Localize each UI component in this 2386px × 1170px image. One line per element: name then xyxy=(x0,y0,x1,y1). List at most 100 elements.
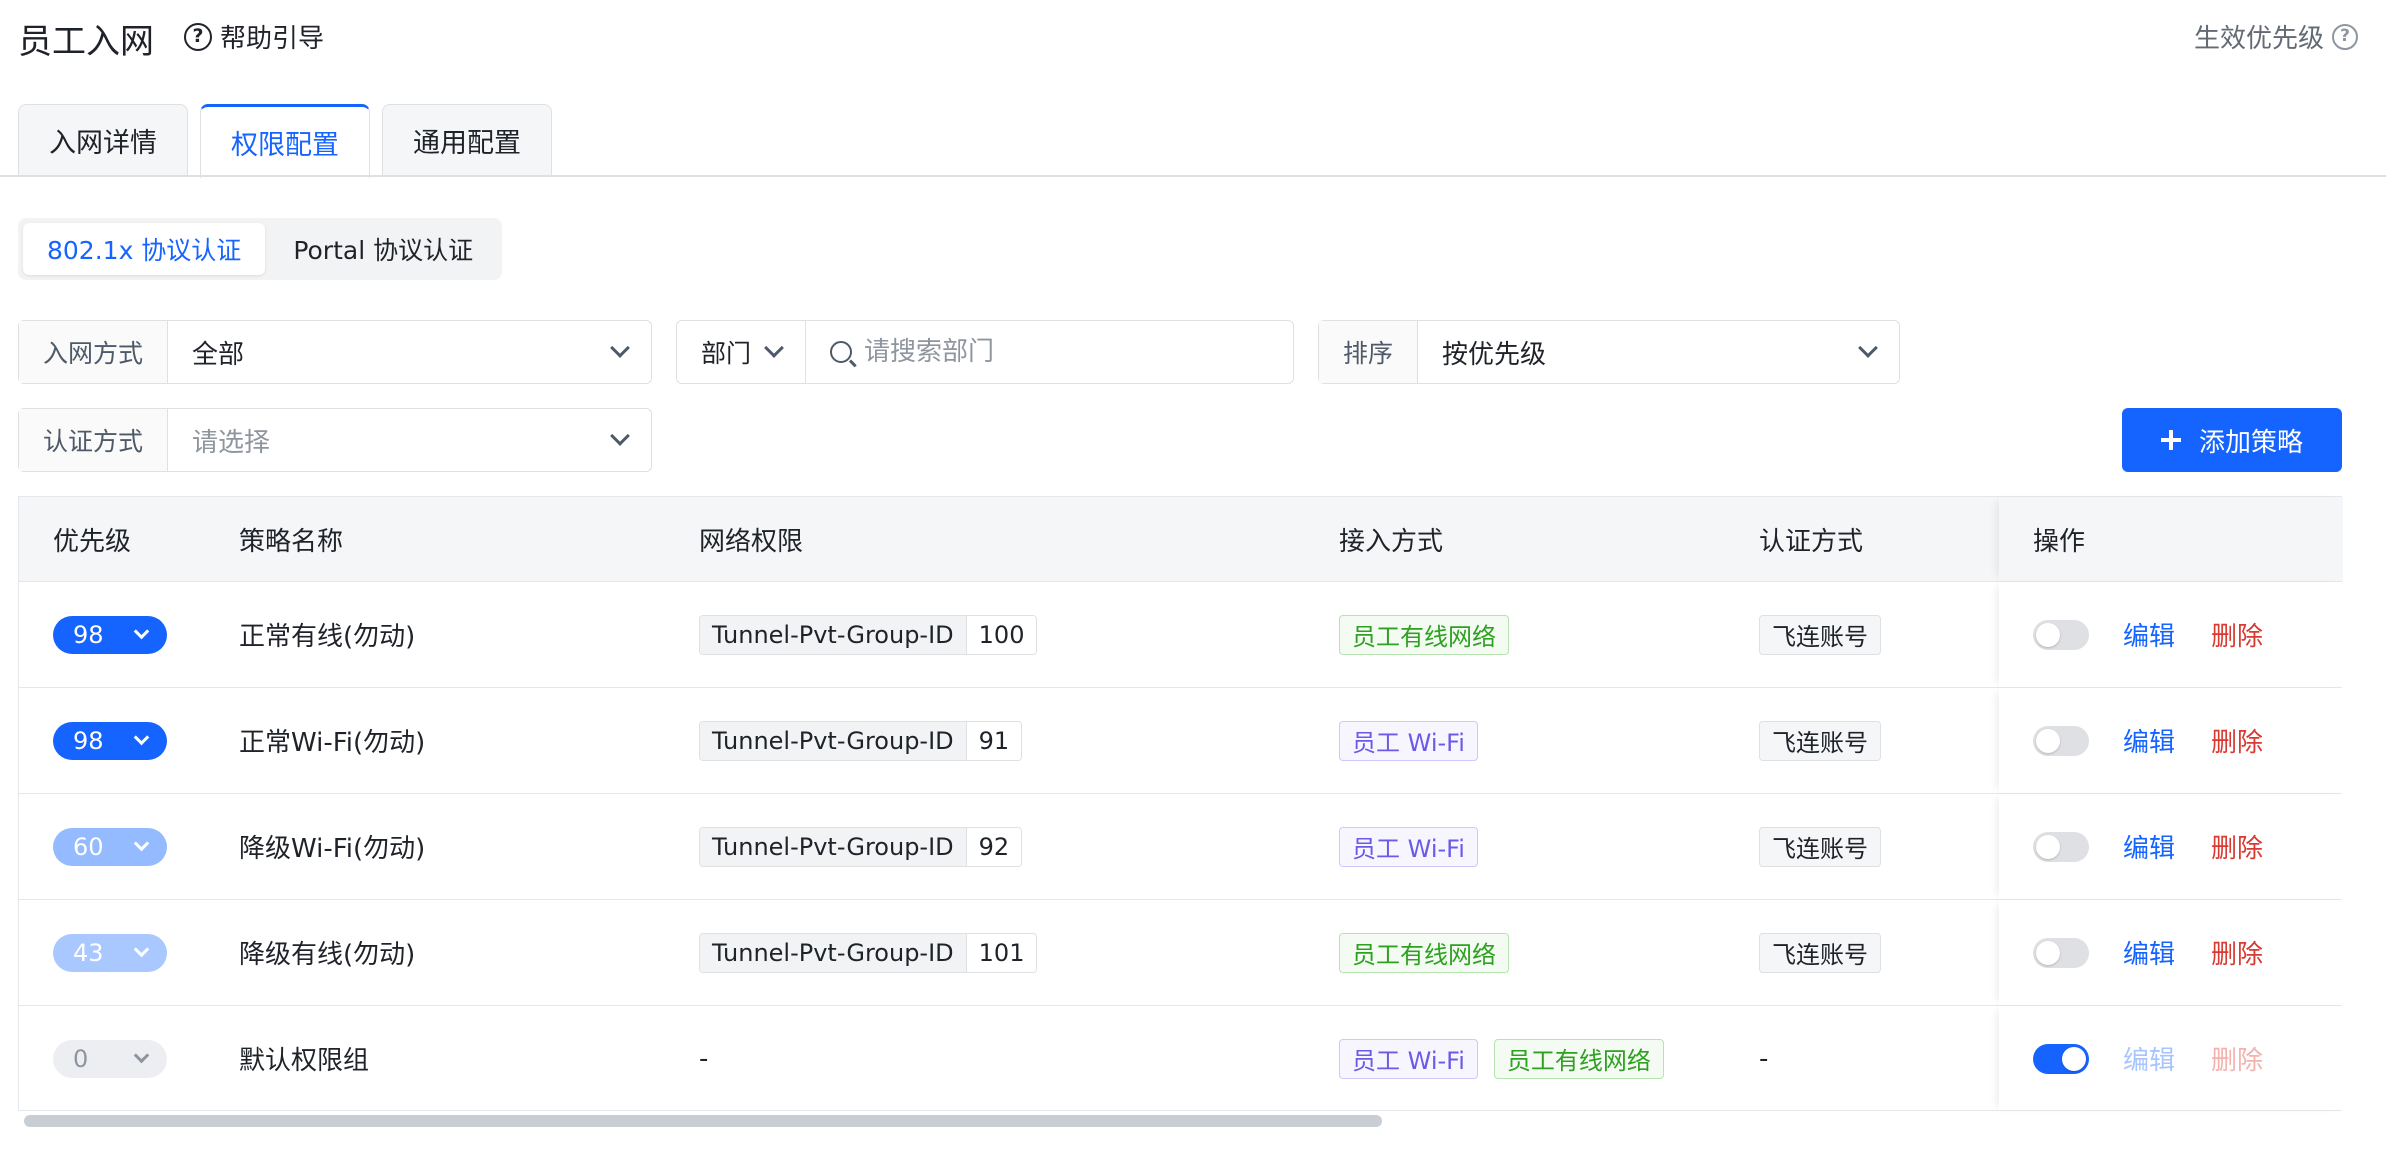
table-row: 0 默认权限组 - 员工 Wi-Fi 员工有线网络 - 编辑 删除 xyxy=(19,1005,2343,1111)
row-actions: 编辑 删除 xyxy=(1999,1006,2343,1111)
question-circle-icon: ? xyxy=(184,22,212,51)
delete-link: 删除 xyxy=(2211,1046,2264,1076)
page-header: 员工入网 ? 帮助引导 生效优先级 ? xyxy=(18,0,2358,72)
permission-key: Tunnel-Pvt-Group-ID xyxy=(700,615,967,654)
main-tabs: 入网详情 权限配置 通用配置 xyxy=(18,104,552,178)
chevron-down-icon xyxy=(133,729,150,746)
auth-method-filter: 认证方式 请选择 xyxy=(18,408,652,472)
chevron-down-icon xyxy=(133,941,150,958)
priority-dropdown[interactable]: 60 xyxy=(53,827,167,866)
priority-value: 0 xyxy=(73,1044,89,1073)
segment-8021x[interactable]: 802.1x 协议认证 xyxy=(23,223,266,275)
permission-key: Tunnel-Pvt-Group-ID xyxy=(700,827,967,866)
edit-link[interactable]: 编辑 xyxy=(2123,722,2175,759)
row-actions: 编辑 删除 xyxy=(1999,688,2343,793)
access-mode-tag: 员工有线网络 xyxy=(1339,614,1509,655)
priority-effect-label: 生效优先级 xyxy=(2193,24,2324,54)
tab-permission-config[interactable]: 权限配置 xyxy=(200,104,370,178)
priority-value: 98 xyxy=(73,620,104,649)
department-type-dropdown[interactable]: 部门 xyxy=(677,321,807,383)
question-circle-icon: ? xyxy=(2332,23,2358,50)
delete-link[interactable]: 删除 xyxy=(2211,828,2263,865)
auth-method-placeholder: 请选择 xyxy=(192,427,271,458)
edit-link[interactable]: 编辑 xyxy=(2123,934,2175,971)
network-permission-empty: - xyxy=(699,1043,709,1074)
table-horizontal-scrollbar[interactable] xyxy=(18,1110,2342,1130)
help-guide-link[interactable]: ? 帮助引导 xyxy=(184,18,324,55)
policy-name: 降级Wi-Fi(勿动) xyxy=(239,834,426,864)
network-permission-tag: Tunnel-Pvt-Group-ID 100 xyxy=(699,614,1038,655)
tab-general-config[interactable]: 通用配置 xyxy=(382,104,552,176)
permission-key: Tunnel-Pvt-Group-ID xyxy=(700,933,967,972)
sort-filter: 排序 按优先级 xyxy=(1318,320,1900,384)
access-mode-tag: 员工 Wi-Fi xyxy=(1339,826,1478,867)
delete-link[interactable]: 删除 xyxy=(2211,616,2263,653)
auth-method-empty: - xyxy=(1759,1043,1769,1074)
priority-value: 43 xyxy=(73,938,104,967)
table-row: 98 正常有线(勿动) Tunnel-Pvt-Group-ID 100 员工有线… xyxy=(19,581,2343,687)
delete-link[interactable]: 删除 xyxy=(2211,722,2263,759)
enable-toggle[interactable] xyxy=(2033,725,2089,756)
tab-access-details[interactable]: 入网详情 xyxy=(18,104,188,176)
sort-label: 排序 xyxy=(1319,321,1419,383)
scroll-thumb[interactable] xyxy=(24,1115,1382,1127)
sort-select[interactable]: 按优先级 xyxy=(1418,321,1899,383)
priority-value: 60 xyxy=(73,832,104,861)
segment-portal[interactable]: Portal 协议认证 xyxy=(269,223,497,275)
priority-dropdown[interactable]: 98 xyxy=(53,615,167,654)
plus-icon xyxy=(2160,430,2181,450)
table-row: 43 降级有线(勿动) Tunnel-Pvt-Group-ID 101 员工有线… xyxy=(19,899,2343,1005)
column-header-actions: 操作 xyxy=(1999,497,2343,581)
column-header-policy-name: 策略名称 xyxy=(239,526,344,557)
search-icon xyxy=(830,341,853,363)
policy-name: 正常Wi-Fi(勿动) xyxy=(239,728,426,758)
edit-link[interactable]: 编辑 xyxy=(2123,828,2175,865)
column-header-priority: 优先级 xyxy=(53,526,132,557)
auth-method-tag: 飞连账号 xyxy=(1759,614,1881,655)
priority-dropdown[interactable]: 43 xyxy=(53,933,167,972)
network-permission-tag: Tunnel-Pvt-Group-ID 91 xyxy=(699,720,1023,761)
auth-method-tag: 飞连账号 xyxy=(1759,932,1881,973)
department-search-input[interactable] xyxy=(864,337,1269,367)
auth-method-select[interactable]: 请选择 xyxy=(168,409,651,471)
delete-link[interactable]: 删除 xyxy=(2211,934,2263,971)
add-policy-label: 添加策略 xyxy=(2198,427,2303,458)
enable-toggle[interactable] xyxy=(2033,1043,2089,1074)
edit-link[interactable]: 编辑 xyxy=(2123,616,2175,653)
table-row: 60 降级Wi-Fi(勿动) Tunnel-Pvt-Group-ID 92 员工… xyxy=(19,793,2343,899)
column-header-access-mode: 接入方式 xyxy=(1339,526,1444,557)
network-permission-tag: Tunnel-Pvt-Group-ID 92 xyxy=(699,826,1023,867)
department-label: 部门 xyxy=(701,339,752,368)
chevron-down-icon xyxy=(133,623,150,640)
add-policy-button[interactable]: 添加策略 xyxy=(2122,408,2342,472)
access-mode-tag: 员工 Wi-Fi xyxy=(1339,1038,1478,1079)
access-mode-tag: 员工有线网络 xyxy=(1493,1038,1664,1079)
auth-method-label: 认证方式 xyxy=(19,409,169,471)
department-search xyxy=(806,321,1293,383)
enable-toggle[interactable] xyxy=(2033,937,2089,968)
department-filter: 部门 xyxy=(676,320,1294,384)
permission-value: 100 xyxy=(966,615,1037,654)
access-mode-value: 全部 xyxy=(192,339,245,370)
table-row: 98 正常Wi-Fi(勿动) Tunnel-Pvt-Group-ID 91 员工… xyxy=(19,687,2343,793)
policy-table: 优先级 策略名称 网络权限 接入方式 认证方式 操作 98 正常有线(勿动) T… xyxy=(18,496,2343,1111)
priority-effect-link[interactable]: 生效优先级 ? xyxy=(2194,18,2358,55)
enable-toggle[interactable] xyxy=(2033,619,2089,650)
row-actions: 编辑 删除 xyxy=(1999,582,2343,687)
enable-toggle[interactable] xyxy=(2033,831,2089,862)
permission-value: 91 xyxy=(966,721,1022,760)
chevron-down-icon xyxy=(1858,338,1878,358)
sort-value: 按优先级 xyxy=(1442,339,1547,370)
access-mode-tag: 员工有线网络 xyxy=(1339,932,1509,973)
priority-dropdown[interactable]: 98 xyxy=(53,721,167,760)
chevron-down-icon xyxy=(133,1047,150,1064)
auth-method-tag: 飞连账号 xyxy=(1759,720,1881,761)
column-header-auth-method: 认证方式 xyxy=(1759,526,1864,557)
row-actions: 编辑 删除 xyxy=(1999,900,2343,1005)
policy-name: 降级有线(勿动) xyxy=(239,940,416,970)
chevron-down-icon xyxy=(133,835,150,852)
priority-value: 98 xyxy=(73,726,104,755)
table-header: 优先级 策略名称 网络权限 接入方式 认证方式 操作 xyxy=(19,497,2343,581)
access-mode-select[interactable]: 全部 xyxy=(168,321,651,383)
priority-dropdown[interactable]: 0 xyxy=(53,1039,167,1078)
